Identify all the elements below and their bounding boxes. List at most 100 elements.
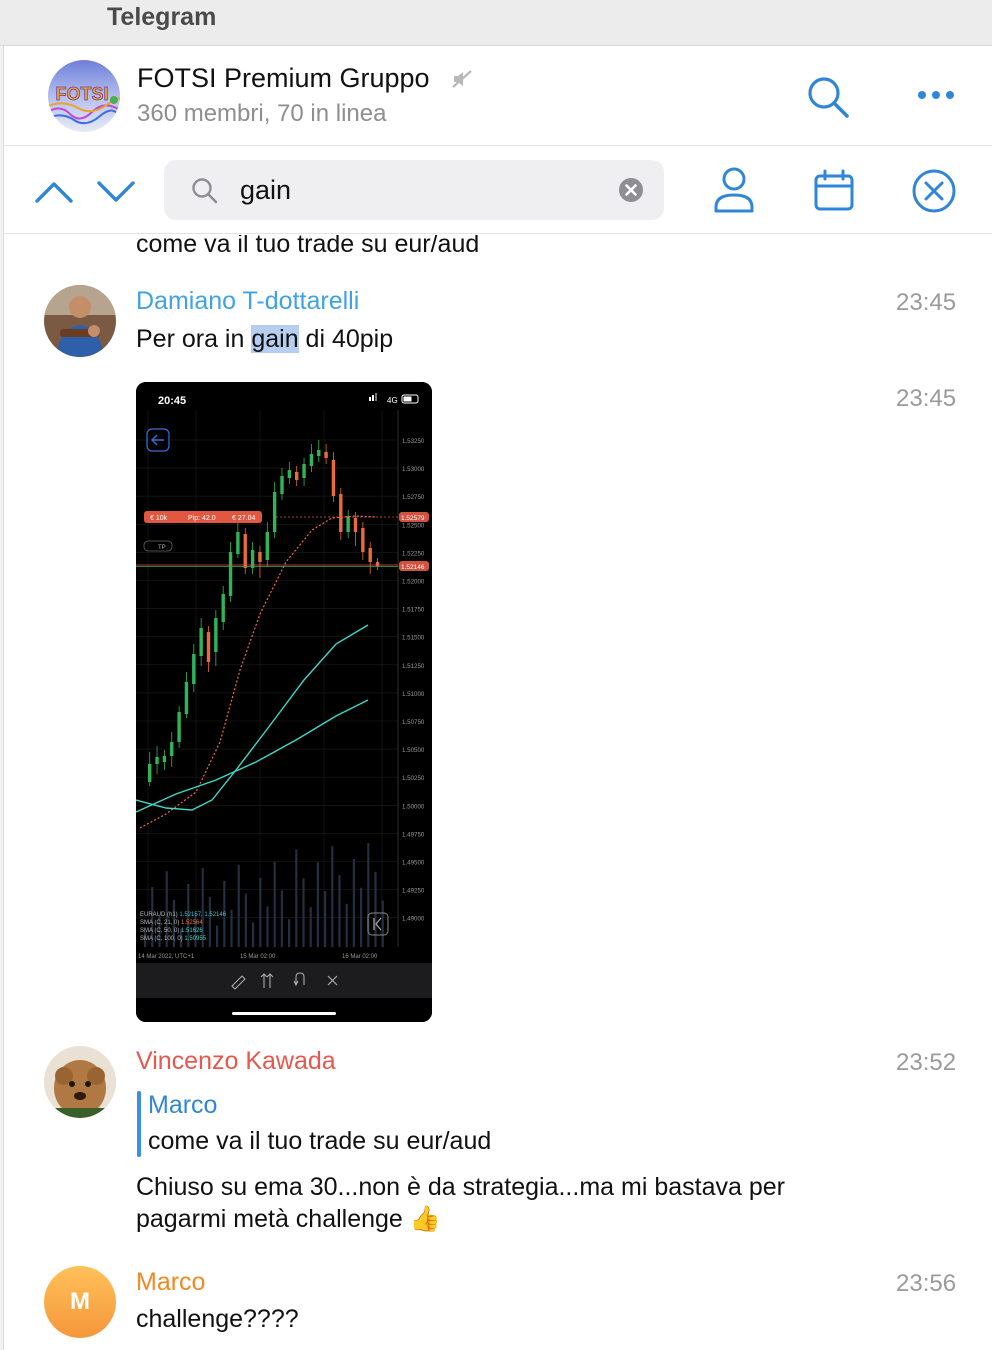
svg-text:FOTSI: FOTSI [56,84,109,104]
date-label: 14 Mar 2022, UTC+1 [138,954,195,960]
more-dots-icon[interactable] [912,80,960,110]
message-text: pagarmi metà challenge 👍 [136,1205,441,1233]
search-icon [190,176,218,204]
chart-screenshot-image[interactable]: 20:45 4G 1.53250 1.53000 1.52750 1.52500 1.5… [136,382,432,1022]
muted-speaker-icon [451,68,473,90]
price-label: 1.52750 [402,494,425,501]
clear-circle-icon[interactable] [618,177,644,203]
candle-body [148,764,152,782]
candle-body [221,594,225,622]
volume-bar [352,859,355,947]
volume-bar [295,849,298,947]
volume-bar [381,900,384,947]
message-text: come va il tuo trade su eur/aud [136,235,480,258]
legend-label: EURAUD (h1) [140,912,179,918]
price-label: 1.52250 [402,550,425,557]
reply-sender[interactable]: Marco [148,1091,217,1120]
candle-body [368,548,372,562]
price-label: 1.51000 [402,691,425,698]
legend-entry: SMA (C, 50, 0) 1.51626 [140,928,203,934]
message-time: 23:56 [896,1270,957,1297]
chat-title[interactable]: FOTSI Premium Gruppo [137,63,430,94]
candle-body [339,494,343,532]
phone-status-time: 20:45 [158,395,186,407]
candle-body [236,532,240,554]
candle-body [375,562,380,566]
message-list[interactable]: come va il tuo trade su eur/aud Damiano … [4,235,992,1350]
position-profit: € 27.04 [232,515,255,522]
price-label: 1.51750 [402,607,425,614]
chevron-down-icon[interactable] [94,171,138,211]
candle-body [228,552,233,596]
legend-entry: EURAUD (h1) 1.52157, 1.52146 [140,912,227,918]
volume-bar [338,875,341,947]
position-pips: Pip: 42.0 [188,515,216,522]
volume-bar [208,896,211,947]
volume-bar [316,862,319,947]
candle-body [302,464,306,478]
volume-bar [331,846,334,947]
price-label: 1.50250 [402,775,425,782]
legend-value: 1.52157, 1.52146 [179,912,226,918]
search-field [164,160,664,220]
sender-name[interactable]: Marco [136,1268,205,1297]
candle-body [243,534,247,568]
candle-body [265,532,269,560]
price-label: 1.51250 [402,663,425,670]
search-input[interactable] [240,170,600,210]
legend-label: SMA (C, 100, 0) [140,936,184,942]
volume-bar [288,919,291,947]
app-title: Telegram [107,3,217,31]
volume-bar [273,861,276,947]
group-avatar[interactable]: FOTSI [48,60,120,132]
candle-body [192,654,196,684]
candle-body [361,528,365,552]
legend-value: 1.52564 [181,920,203,926]
candle-body [280,476,284,494]
chevron-up-icon[interactable] [32,171,76,211]
avatar[interactable] [44,285,116,357]
price-label: 1.49750 [402,831,425,838]
user-icon[interactable] [710,165,758,215]
price-marker-low-label: 1.52146 [401,564,425,571]
drawing-toolbar [136,963,432,998]
home-indicator [232,1012,336,1015]
avatar[interactable]: M [44,1266,116,1338]
candle-body [287,470,292,478]
candle-body [331,460,336,496]
volume-bar [302,878,305,947]
search-icon[interactable] [805,74,851,120]
sender-name[interactable]: Damiano T-dottarelli [136,287,359,316]
candle-body [155,757,159,764]
close-circle-icon[interactable] [910,167,958,215]
avatar[interactable] [44,1046,116,1118]
volume-bar [252,922,255,947]
chart-screenshot-canvas: 20:45 4G 1.532501.530001.527501.525001.5… [136,382,432,1022]
date-axis-labels: 14 Mar 2022, UTC+1 15 Mar 02:00 16 Mar 02:… [138,954,378,960]
search-match-highlight: gain [251,325,299,353]
volume-bar [309,907,312,947]
message-text: Chiuso su ema 30...non è da strategia...… [136,1173,785,1201]
volume-bar [280,890,283,947]
candle-body [309,454,314,466]
message-time: 23:52 [896,1049,957,1076]
reply-text[interactable]: come va il tuo trade su eur/aud [148,1127,491,1156]
candle-body [272,492,277,532]
volume-bar [216,925,219,947]
legend-value: 1.50955 [184,936,206,942]
message-time: 23:45 [896,289,957,316]
position-qty: € 10k [150,515,168,522]
candle-body [170,742,174,756]
message-text: Per ora in gain di 40pip [136,323,393,355]
price-label: 1.49500 [402,860,425,867]
volume-bar [324,891,327,947]
sender-name[interactable]: Vincenzo Kawada [136,1047,336,1076]
legend-entry: SMA (C, 21, 0) 1.52564 [140,920,203,926]
message-text-part: di 40pip [298,325,394,353]
chat-subtitle: 360 membri, 70 in linea [137,100,387,127]
price-marker-high-label: 1.52579 [401,515,425,522]
calendar-icon[interactable] [810,167,858,215]
candle-body [353,518,358,532]
candle-body [177,712,181,742]
candle-body [184,682,189,714]
